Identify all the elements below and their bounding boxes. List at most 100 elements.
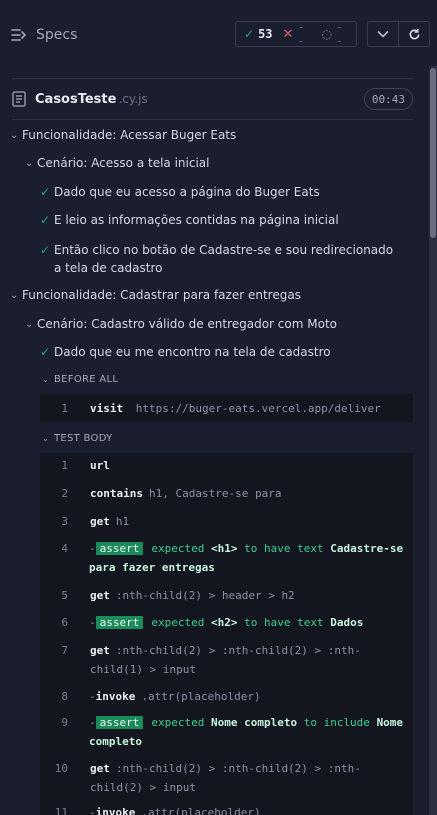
command-arg: h1 [115, 515, 130, 528]
hook-before-all[interactable]: ⌄ BEFORE ALL [42, 374, 118, 385]
specs-label: Specs [36, 27, 78, 43]
scrollbar[interactable] [429, 66, 437, 815]
assert-verb: to have text [244, 616, 324, 629]
assert-dash: - [89, 616, 96, 629]
chevron-down-icon: ⌄ [42, 434, 50, 443]
assert-expected: expected [151, 716, 205, 729]
run-controls [367, 21, 430, 47]
test-step-active[interactable]: ✓ Dado que eu me encontro na tela de cad… [40, 345, 331, 359]
command-number: 5 [61, 589, 68, 602]
assert-expected: expected [151, 616, 205, 629]
pending-count: -- [335, 20, 344, 48]
hook-label: BEFORE ALL [54, 374, 119, 385]
assert-badge: assert [95, 616, 144, 629]
scenario-2[interactable]: ⌄ Cenário: Cadastro válido de entregador… [25, 317, 337, 331]
test-stats: ✓ 53 ✕ -- ◌ -- [235, 20, 357, 48]
command-arg: h1, Cadastre-se para [148, 487, 282, 500]
command-number: 8 [61, 690, 68, 703]
failed-x-icon: ✕ [282, 26, 294, 42]
command-arg: :nth-child(2) > :nth-child(2) > :nth-chi… [90, 644, 361, 676]
assert-badge: assert [95, 542, 144, 555]
scenario-1[interactable]: ⌄ Cenário: Acesso a tela inicial [25, 156, 209, 170]
suite-feature-2[interactable]: ⌄ Funcionalidade: Cadastrar para fazer e… [10, 288, 301, 302]
reporter-header: Specs ✓ 53 ✕ -- ◌ -- [0, 0, 437, 66]
spec-file-header: CasosTeste .cy.js 00:43 [12, 78, 413, 120]
pass-check-icon: ✓ [40, 243, 51, 257]
suite-title: Funcionalidade: Acessar Buger Eats [22, 128, 237, 142]
child-dash: - [89, 806, 96, 815]
assert-badge: assert [95, 716, 144, 729]
rerun-icon [409, 28, 419, 39]
assert-value: Dados [330, 616, 364, 629]
assert-subject: <h2> [210, 616, 238, 629]
scenario-title: Cenário: Acesso a tela inicial [37, 156, 210, 170]
command-name: invoke [95, 690, 136, 703]
collapse-all-button[interactable] [368, 22, 398, 46]
spec-duration-badge: 00:43 [363, 88, 413, 110]
assert-subject: <h1> [210, 542, 238, 555]
test-title: Dado que eu me encontro na tela de cadas… [54, 345, 331, 359]
command-name: get [90, 589, 110, 602]
command-number: 1 [61, 402, 68, 415]
scenario-title: Cenário: Cadastro válido de entregador c… [37, 317, 337, 331]
assert-dash: - [89, 542, 96, 555]
command-name: contains [90, 487, 143, 500]
command-name: invoke [95, 806, 136, 815]
command-arg: .attr(placeholder) [141, 690, 261, 703]
spec-file-name: CasosTeste [35, 91, 117, 107]
test-body-commands: 1 url 2 contains h1, Cadastre-se para 3 g… [40, 453, 413, 815]
spec-file-ext: .cy.js [118, 92, 148, 106]
command-number: 9 [61, 716, 68, 729]
command-number: 2 [61, 487, 68, 500]
command-number: 1 [61, 459, 68, 472]
command-arg: :nth-child(2) > header > h2 [115, 589, 295, 602]
command-log-panel: CasosTeste .cy.js 00:43 ⌄ Funcionalidade… [0, 66, 429, 815]
pass-check-icon: ✓ [40, 213, 51, 227]
test-step[interactable]: ✓ Dado que eu acesso a página do Buger E… [40, 185, 320, 199]
hook-test-body[interactable]: ⌄ TEST BODY [42, 433, 113, 444]
assert-verb: to include [303, 716, 370, 729]
document-icon [12, 91, 26, 107]
command-name: visit [90, 402, 124, 415]
command-number: 3 [61, 515, 68, 528]
specs-toggle-button[interactable]: Specs [10, 22, 77, 48]
command-arg: https://buger-eats.vercel.app/deliver [135, 402, 381, 415]
hook-label: TEST BODY [54, 433, 113, 444]
failed-count: -- [297, 20, 305, 48]
suite-feature-1[interactable]: ⌄ Funcionalidade: Acessar Buger Eats [10, 128, 236, 142]
chevron-down-icon: ⌄ [10, 289, 19, 301]
passed-check-icon: ✓ [244, 27, 255, 41]
pending-circle-icon: ◌ [321, 27, 332, 41]
scrollbar-thumb[interactable] [430, 68, 436, 238]
assert-verb: to have text [244, 542, 324, 555]
command-number: 11 [54, 806, 68, 815]
command-number: 10 [54, 762, 68, 775]
pass-check-icon: ✓ [40, 345, 51, 359]
chevron-down-icon: ⌄ [10, 129, 19, 141]
command-number: 7 [61, 644, 68, 657]
specs-list-icon [11, 29, 26, 41]
command-arg: .attr(placeholder) [141, 806, 261, 815]
command-arg: :nth-child(2) > :nth-child(2) > :nth-chi… [90, 762, 361, 794]
test-title: E leio as informações contidas na página… [54, 213, 339, 227]
test-step[interactable]: ✓ Então clico no botão de Cadastre-se e … [40, 241, 394, 277]
test-step[interactable]: ✓ E leio as informações contidas na pági… [40, 213, 339, 227]
chevron-down-icon: ⌄ [25, 318, 34, 330]
chevron-down-icon [377, 30, 389, 38]
command-number: 6 [61, 616, 68, 629]
command-name: url [90, 459, 110, 472]
chevron-down-icon: ⌄ [25, 157, 34, 169]
chevron-down-icon: ⌄ [42, 375, 50, 384]
rerun-button[interactable] [398, 22, 429, 46]
command-name: get [90, 762, 110, 775]
suite-title: Funcionalidade: Cadastrar para fazer ent… [22, 288, 301, 302]
command-number: 4 [61, 542, 68, 555]
passed-count: 53 [258, 27, 273, 41]
assert-dash: - [89, 716, 96, 729]
test-title: Então clico no botão de Cadastre-se e so… [54, 243, 394, 275]
command-name: get [90, 644, 110, 657]
assert-subject: Nome completo [210, 716, 298, 729]
pass-check-icon: ✓ [40, 185, 51, 199]
assert-expected: expected [151, 542, 205, 555]
test-title: Dado que eu acesso a página do Buger Eat… [54, 185, 320, 199]
